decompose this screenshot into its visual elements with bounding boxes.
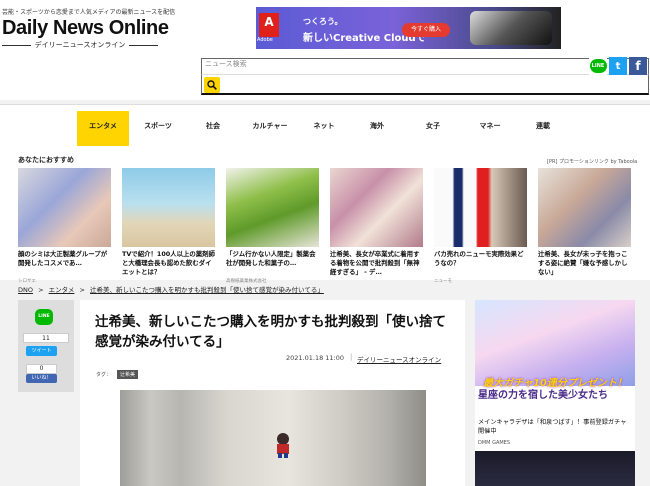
- tags-label: タグ：: [96, 372, 112, 378]
- breadcrumb-current[interactable]: 辻希美、新しいこたつ購入を明かすも批判殺到「使い捨て感覚が染み付いてる」: [90, 286, 324, 294]
- article-date: 2021.01.18 11:00: [286, 354, 345, 362]
- tweet-button[interactable]: ツイート: [26, 346, 57, 356]
- rec-card[interactable]: 辻希美、長女が未っ子を抱っこする姿に絶賛「嫌な予感しかしない」: [538, 168, 631, 278]
- line-share-count: 11: [23, 333, 69, 343]
- search-area: ニュース検索: [201, 58, 649, 102]
- nav-item-overseas[interactable]: 海外: [360, 111, 394, 147]
- facebook-icon: f: [635, 59, 641, 73]
- nav-item-net[interactable]: ネット: [305, 111, 343, 147]
- rec-card-image: [226, 168, 319, 247]
- article: 辻希美、新しいこたつ購入を明かすも批判殺到「使い捨て感覚が染み付いてる」 202…: [80, 300, 465, 486]
- recommendations: あなたにおすすめ [PR] プロモーションリンク by Taboola 顔のシミ…: [0, 146, 650, 284]
- nav-item-culture[interactable]: カルチャー: [244, 111, 296, 147]
- rec-card[interactable]: 辻希美、長女が卒業式に着用する着物を公開で批判殺到「無神経すぎる」 - デ…: [330, 168, 423, 278]
- breadcrumb-home[interactable]: DNO: [18, 286, 33, 294]
- nav-item-entertainment[interactable]: エンタメ: [77, 111, 129, 147]
- line-share-button[interactable]: LINE: [589, 57, 607, 75]
- nav-item-sports[interactable]: スポーツ: [134, 111, 182, 147]
- header-share-icons: LINE t f: [589, 57, 647, 75]
- rec-card-caption: 「ジム行かない人限定」製薬会社が開発した和菓子の…: [226, 250, 316, 267]
- site-logo-subtitle: デイリーニュースオンライン: [2, 40, 158, 50]
- search-icon: [207, 80, 217, 90]
- breadcrumb-separator: >: [38, 286, 44, 294]
- twitter-share-button[interactable]: t: [609, 57, 627, 75]
- nav-item-women[interactable]: 女子: [416, 111, 450, 147]
- rec-card-caption: TVで紹介！100人以上の薬剤師と大橋理会長も認めた飲むダイエットとは？: [122, 250, 215, 276]
- nav-item-society[interactable]: 社会: [196, 111, 230, 147]
- site-tagline: 芸能・スポーツから恋愛まで人気メディアの最新ニュースを配信: [2, 9, 176, 16]
- rec-card-image: [122, 168, 215, 247]
- divider: |: [350, 353, 353, 361]
- divider: [129, 44, 158, 46]
- adobe-logo-icon: A: [259, 13, 279, 37]
- article-title: 辻希美、新しいこたつ購入を明かすも批判殺到「使い捨て感覚が染み付いてる」: [95, 314, 446, 350]
- category-nav: エンタメ スポーツ 社会 カルチャー ネット 海外 女子 マネー 連載: [0, 104, 650, 147]
- rec-card-caption: 顔のシミは大正製薬グループが開発したコスメであ…: [18, 250, 108, 267]
- nav-item-money[interactable]: マネー: [470, 111, 510, 147]
- rec-card-caption: 辻希美、長女が未っ子を抱っこする姿に絶賛「嫌な予感しかしない」: [538, 250, 628, 276]
- rec-card[interactable]: TVで紹介！100人以上の薬剤師と大橋理会長も認めた飲むダイエットとは？: [122, 168, 215, 278]
- recommendations-title: あなたにおすすめ: [18, 156, 74, 164]
- line-share-button[interactable]: LINE: [35, 309, 53, 325]
- breadcrumb-category[interactable]: エンタメ: [49, 286, 75, 294]
- twitter-icon: t: [615, 60, 621, 72]
- facebook-share-button[interactable]: f: [629, 57, 647, 75]
- rec-card-image: [434, 168, 527, 247]
- search-input[interactable]: ニュース検索: [201, 58, 649, 74]
- adobe-ad-banner[interactable]: A Adobe つくろう。 新しいCreative Cloudで 今すぐ購入: [256, 7, 561, 49]
- breadcrumb-separator: >: [79, 286, 85, 294]
- rec-card-image: [538, 168, 631, 247]
- rec-card[interactable]: 「ジム行かない人限定」製薬会社が開発した和菓子の… 高樹紙薬業株式会社: [226, 168, 319, 284]
- ad-cta-button[interactable]: 今すぐ購入: [402, 23, 450, 37]
- ad-product-image: [470, 11, 552, 45]
- sponsor-label[interactable]: [PR] プロモーションリンク by Taboola: [547, 158, 637, 165]
- rec-card-caption: 辻希美、長女が卒業式に着用する着物を公開で批判殺到「無神経すぎる」 - デ…: [330, 250, 420, 276]
- tag-link[interactable]: 辻希美: [117, 370, 139, 379]
- rec-card-image: [330, 168, 423, 247]
- game-ad-publisher: DMM GAMES: [478, 440, 511, 446]
- article-source-link[interactable]: デイリーニュースオンライン: [357, 354, 441, 364]
- facebook-like-count: 0: [26, 364, 57, 374]
- game-ad-screenshot: [475, 451, 635, 486]
- site-logo[interactable]: Daily News Online: [2, 17, 169, 40]
- article-photo: [120, 390, 426, 486]
- search-button[interactable]: [204, 77, 220, 93]
- rec-card[interactable]: バカ売れのニューモ実際効果どうなの？ ニューモ: [434, 168, 527, 284]
- game-ad-description: メインキャラデザは「和泉つばす」！事前登録ガチャ開催中: [478, 419, 627, 435]
- rec-card-caption: バカ売れのニューモ実際効果どうなの？: [434, 250, 524, 267]
- article-tags: タグ： 辻希美: [96, 370, 139, 379]
- ad-headline: つくろう。: [303, 17, 343, 26]
- logo-subtitle-text: デイリーニュースオンライン: [34, 41, 126, 49]
- game-ad[interactable]: 最大ガチャ10連分プレゼント！ 星座の力を宿した美少女たち メインキャラデザは「…: [475, 300, 635, 486]
- ad-brand-label: Adobe: [257, 37, 273, 43]
- side-share-panel: LINE 11 ツイート 0 いいね！: [18, 300, 74, 392]
- search-bar: [201, 74, 649, 95]
- toy-figure-image: [277, 433, 289, 458]
- divider: [2, 44, 31, 46]
- rec-card-image: [18, 168, 111, 247]
- game-ad-title: 星座の力を宿した美少女たち: [478, 390, 608, 401]
- breadcrumb: DNO > エンタメ > 辻希美、新しいこたつ購入を明かすも批判殺到「使い捨て感…: [18, 284, 324, 294]
- rec-card[interactable]: 顔のシミは大正製薬グループが開発したコスメであ… シロサエ: [18, 168, 111, 284]
- rec-card-source: ニューモ: [434, 279, 452, 284]
- facebook-like-button[interactable]: いいね！: [26, 374, 57, 383]
- nav-item-series[interactable]: 連載: [527, 111, 559, 147]
- game-ad-headline: 最大ガチャ10連分プレゼント！: [483, 378, 627, 389]
- site-header: 芸能・スポーツから恋愛まで人気メディアの最新ニュースを配信 Daily News…: [0, 0, 650, 100]
- line-icon: LINE: [589, 59, 607, 73]
